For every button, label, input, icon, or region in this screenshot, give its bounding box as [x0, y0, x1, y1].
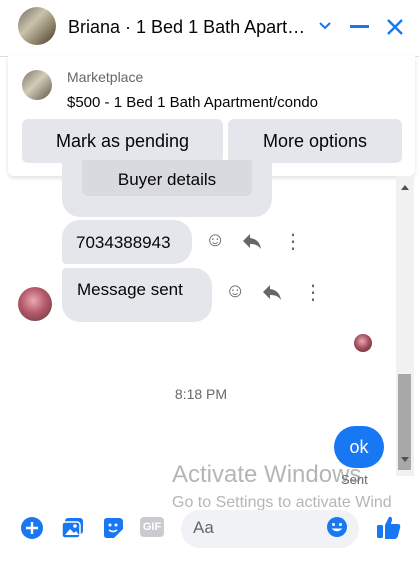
minimize-icon[interactable] — [350, 25, 369, 28]
reply-icon[interactable] — [241, 232, 263, 250]
chevron-down-icon[interactable] — [318, 20, 332, 32]
scroll-down-icon[interactable] — [399, 456, 411, 464]
photo-icon[interactable] — [61, 516, 85, 540]
like-icon[interactable] — [376, 514, 402, 540]
listing-thumbnail[interactable] — [22, 70, 52, 100]
react-icon[interactable]: ☺ — [225, 280, 245, 303]
gif-icon[interactable]: GIF — [140, 517, 164, 537]
more-options-button[interactable]: More options — [228, 119, 402, 163]
listing-title[interactable]: $500 - 1 Bed 1 Bath Apartment/condo — [67, 94, 318, 111]
message-text: Message sent — [77, 280, 183, 299]
mark-as-pending-button[interactable]: Mark as pending — [22, 119, 223, 163]
marketplace-label: Marketplace — [67, 69, 144, 85]
message-bubble[interactable]: 7034388943 — [62, 220, 192, 264]
emoji-icon[interactable] — [326, 516, 348, 538]
message-placeholder: Aa — [193, 518, 214, 537]
buyer-details-button[interactable]: Buyer details — [82, 160, 252, 196]
conversation-title[interactable]: Briana · 1 Bed 1 Bath Apart… — [68, 17, 305, 38]
message-text: 7034388943 — [76, 233, 171, 252]
sticker-icon[interactable] — [101, 516, 125, 540]
close-icon[interactable] — [385, 17, 405, 37]
plus-icon[interactable] — [20, 516, 44, 540]
react-icon[interactable]: ☺ — [205, 229, 225, 252]
contact-avatar[interactable] — [18, 7, 56, 45]
seen-avatar — [354, 334, 372, 352]
scroll-up-icon[interactable] — [399, 183, 411, 191]
sender-avatar[interactable] — [18, 287, 52, 321]
more-icon[interactable]: ⋮ — [283, 229, 303, 254]
reply-icon[interactable] — [261, 283, 283, 301]
message-bubble[interactable]: Message sent — [62, 268, 212, 322]
more-icon[interactable]: ⋮ — [303, 280, 323, 305]
windows-watermark-title: Activate Windows — [172, 461, 362, 488]
timestamp: 8:18 PM — [174, 386, 228, 402]
